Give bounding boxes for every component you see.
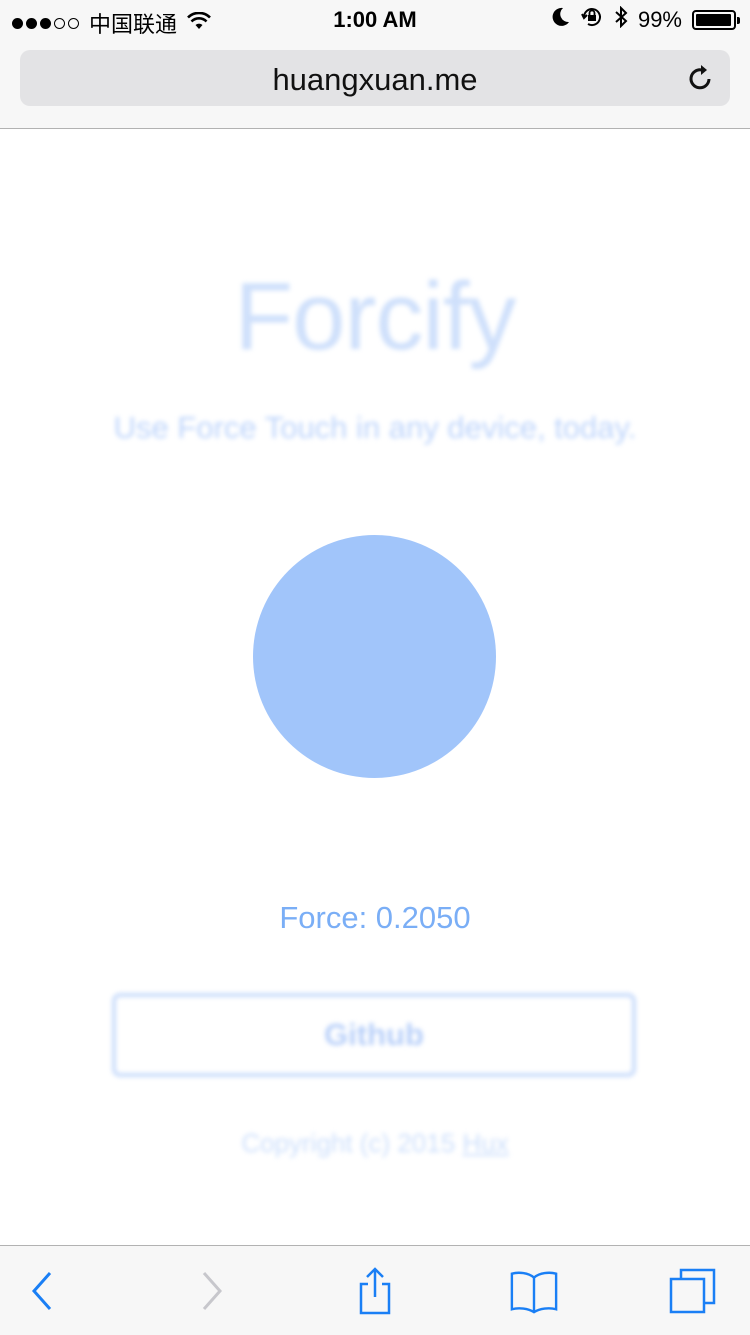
- moon-icon: [552, 7, 570, 33]
- force-touch-circle[interactable]: [253, 535, 496, 778]
- github-button[interactable]: Github: [112, 993, 636, 1077]
- bookmarks-icon[interactable]: [509, 1266, 559, 1316]
- status-right: 99%: [552, 5, 740, 34]
- tabs-icon[interactable]: [668, 1266, 718, 1316]
- author-link[interactable]: Hux: [462, 1128, 508, 1158]
- status-bar: 中国联通 1:00 AM 99%: [0, 0, 750, 40]
- bluetooth-icon: [614, 5, 628, 34]
- reload-icon[interactable]: [684, 62, 716, 94]
- orientation-lock-icon: [580, 6, 604, 34]
- share-icon[interactable]: [350, 1266, 400, 1316]
- address-bar: huangxuan.me: [0, 40, 750, 129]
- back-icon[interactable]: [18, 1266, 68, 1316]
- url-text[interactable]: huangxuan.me: [20, 62, 730, 98]
- page-subtitle: Use Force Touch in any device, today.: [113, 410, 637, 445]
- force-readout: Force: 0.2050: [279, 900, 471, 935]
- forward-icon[interactable]: [186, 1266, 236, 1316]
- browser-toolbar: [0, 1245, 750, 1335]
- battery-icon: [692, 10, 740, 30]
- battery-percent: 99%: [637, 7, 682, 32]
- page-title: Forcify: [234, 263, 517, 370]
- copyright-text: Copyright (c) 2015: [241, 1128, 456, 1158]
- url-field[interactable]: huangxuan.me: [20, 50, 730, 106]
- copyright: Copyright (c) 2015 Hux: [0, 1128, 750, 1159]
